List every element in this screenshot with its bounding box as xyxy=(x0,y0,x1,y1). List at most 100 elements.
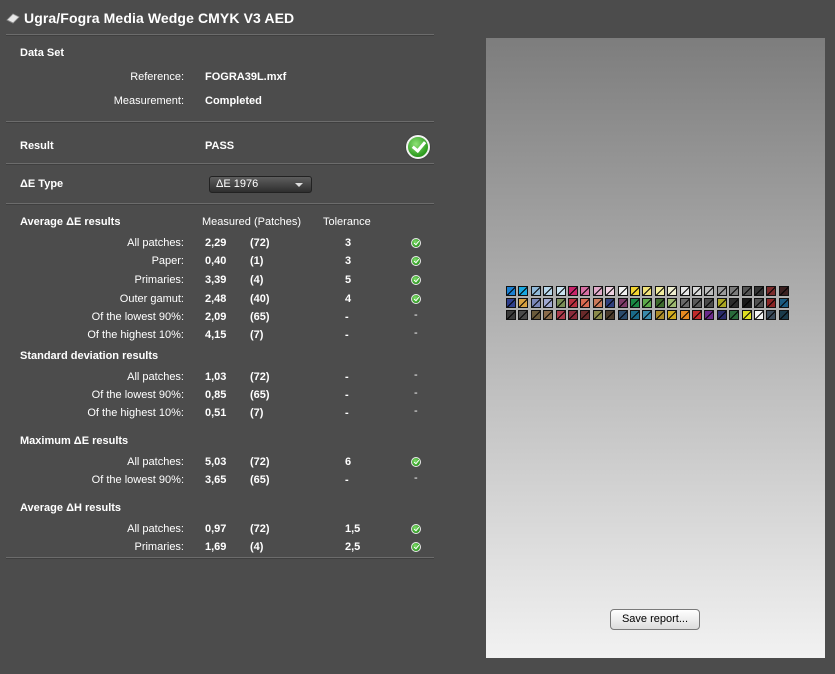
color-patch xyxy=(518,310,529,320)
color-patch xyxy=(530,310,541,320)
row-status: - xyxy=(414,327,418,339)
color-patch xyxy=(654,286,665,296)
row-value: 2,48 xyxy=(205,293,227,305)
check-circle-icon xyxy=(411,457,421,467)
row-tolerance: 5 xyxy=(345,274,352,286)
color-patch xyxy=(667,310,678,320)
color-patch xyxy=(506,298,516,308)
color-patch xyxy=(741,310,752,320)
reference-label: Reference: xyxy=(130,71,184,83)
row-patches: (72) xyxy=(250,523,270,535)
row-status: - xyxy=(414,309,418,321)
measurement-value: Completed xyxy=(205,95,262,107)
divider xyxy=(6,203,434,205)
row-value: 2,29 xyxy=(205,237,227,249)
color-patch xyxy=(766,286,777,296)
eraser-icon xyxy=(6,13,20,24)
color-patch xyxy=(605,298,616,308)
title-bar: Ugra/Fogra Media Wedge CMYK V3 AED xyxy=(6,8,294,28)
color-patch xyxy=(642,298,653,308)
color-patch xyxy=(580,286,591,296)
row-value: 4,15 xyxy=(205,329,227,341)
color-patch xyxy=(642,286,653,296)
color-patch xyxy=(580,310,591,320)
color-patch xyxy=(754,286,764,296)
row-patches: (7) xyxy=(250,407,264,419)
row-patches: (72) xyxy=(250,456,270,468)
color-patch xyxy=(568,310,578,320)
row-patches: (65) xyxy=(250,311,270,323)
check-circle-icon xyxy=(411,256,421,266)
chevron-down-icon xyxy=(295,183,303,187)
row-tolerance: 6 xyxy=(345,456,352,468)
row-label: Outer gamut: xyxy=(119,293,184,305)
check-circle-icon xyxy=(411,238,421,248)
row-value: 0,51 xyxy=(205,407,227,419)
color-patch xyxy=(605,310,616,320)
data-set-heading: Data Set xyxy=(20,47,65,59)
row-status: - xyxy=(414,369,418,381)
color-patch xyxy=(630,298,640,308)
row-label: All patches: xyxy=(127,371,184,383)
check-circle-icon xyxy=(411,275,421,285)
row-value: 0,40 xyxy=(205,255,227,267)
row-status: - xyxy=(414,405,418,417)
color-patch xyxy=(605,286,616,296)
row-patches: (40) xyxy=(250,293,270,305)
row-patches: (4) xyxy=(250,274,264,286)
row-tolerance: 3 xyxy=(345,255,352,267)
color-patch xyxy=(741,298,752,308)
row-tolerance: 4 xyxy=(345,293,352,305)
color-patch xyxy=(617,298,628,308)
color-patch xyxy=(630,286,640,296)
row-label: Of the highest 10%: xyxy=(87,407,184,419)
color-patch xyxy=(543,286,554,296)
color-patch xyxy=(543,310,554,320)
row-patches: (7) xyxy=(250,329,264,341)
color-patch xyxy=(592,298,603,308)
row-tolerance: - xyxy=(345,389,349,401)
row-label: Paper: xyxy=(151,255,184,267)
color-patch xyxy=(654,310,665,320)
color-patch xyxy=(716,298,727,308)
color-patch xyxy=(555,310,566,320)
row-patches: (4) xyxy=(250,541,264,553)
row-tolerance: - xyxy=(345,474,349,486)
row-value: 3,39 xyxy=(205,274,227,286)
color-patch xyxy=(667,298,678,308)
row-tolerance: - xyxy=(345,311,349,323)
color-patch xyxy=(679,298,690,308)
row-value: 1,69 xyxy=(205,541,227,553)
color-patch xyxy=(518,298,529,308)
color-patch xyxy=(592,310,603,320)
row-value: 1,03 xyxy=(205,371,227,383)
color-patch xyxy=(506,310,516,320)
color-patch xyxy=(642,310,653,320)
row-value: 5,03 xyxy=(205,456,227,468)
row-status: - xyxy=(414,472,418,484)
color-patch xyxy=(518,286,529,296)
row-value: 3,65 xyxy=(205,474,227,486)
delta-e-type-select[interactable]: ΔE 1976 xyxy=(209,176,312,193)
row-label: Primaries: xyxy=(134,274,184,286)
save-report-button[interactable]: Save report... xyxy=(610,609,700,630)
color-patch xyxy=(630,310,640,320)
color-patch xyxy=(778,310,789,320)
divider xyxy=(6,557,434,559)
row-label: Of the highest 10%: xyxy=(87,329,184,341)
color-patch xyxy=(692,310,702,320)
color-patch xyxy=(729,310,740,320)
color-patch xyxy=(704,298,715,308)
tolerance-column-header: Tolerance xyxy=(323,216,371,228)
check-circle-icon xyxy=(411,294,421,304)
delta-e-type-selected: ΔE 1976 xyxy=(216,178,259,190)
measured-column-header: Measured (Patches) xyxy=(202,216,302,228)
avg-dh-heading: Average ΔH results xyxy=(20,502,122,514)
color-patch xyxy=(617,286,628,296)
check-circle-icon xyxy=(411,542,421,552)
color-patch xyxy=(667,286,678,296)
result-label: Result xyxy=(20,140,54,152)
row-label: All patches: xyxy=(127,456,184,468)
row-status: - xyxy=(414,387,418,399)
row-tolerance: - xyxy=(345,371,349,383)
